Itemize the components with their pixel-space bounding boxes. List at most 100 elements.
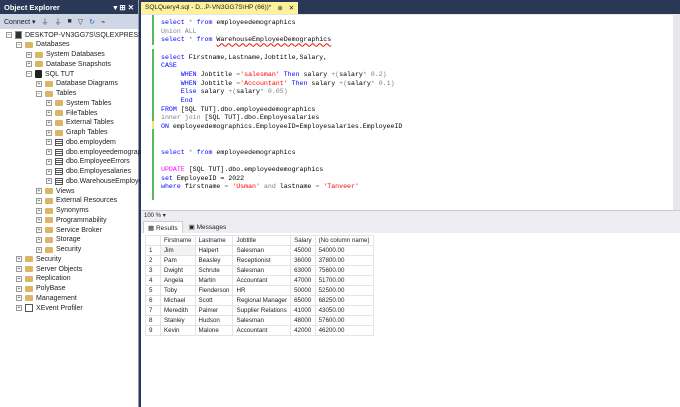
row-number[interactable]: 2 [145, 255, 161, 266]
expand-icon[interactable]: + [46, 139, 52, 146]
expand-icon[interactable]: + [46, 178, 52, 185]
expand-icon[interactable]: + [16, 275, 22, 282]
table-row[interactable]: 9 Kevin Malone Accountant 42000 46200.00 [145, 325, 374, 336]
column-header[interactable] [145, 235, 161, 246]
expand-icon[interactable]: + [16, 266, 22, 272]
expand-icon[interactable]: + [46, 100, 52, 107]
table-cell[interactable]: Scott [194, 295, 234, 306]
tree-node[interactable]: + System Databases [26, 50, 105, 60]
table-cell[interactable]: Martin [194, 275, 234, 286]
table-cell[interactable]: Stanley [160, 315, 196, 326]
tree-node[interactable]: + System Tables [46, 98, 111, 108]
collapse-icon[interactable]: − [36, 90, 42, 97]
table-cell[interactable]: HR [232, 285, 292, 296]
tree-node[interactable]: − DESKTOP-VN3GG7S\SQLEXPRESS (SQL [6, 30, 161, 40]
tree-node[interactable]: + Views [36, 186, 75, 196]
tree-node[interactable]: + Programmability [36, 215, 107, 225]
table-cell[interactable]: 51700.00 [314, 275, 374, 286]
tree-node[interactable]: + PolyBase [16, 284, 66, 294]
table-cell[interactable]: Accountant [232, 275, 292, 286]
table-cell[interactable]: 63000 [290, 265, 316, 276]
table-row[interactable]: 4 Angela Martin Accountant 47000 51700.00 [145, 275, 374, 286]
expand-icon[interactable]: + [46, 110, 52, 116]
tree-node[interactable]: + Service Broker [36, 225, 102, 235]
row-number[interactable]: 7 [145, 305, 161, 316]
table-cell[interactable]: Supplier Relations [232, 305, 292, 316]
expand-icon[interactable]: + [36, 217, 42, 224]
expand-icon[interactable]: + [36, 197, 42, 204]
table-cell[interactable]: Malone [194, 325, 234, 336]
row-number[interactable]: 9 [145, 325, 161, 336]
row-number[interactable]: 5 [145, 285, 161, 296]
stop-icon[interactable]: ■ [68, 18, 72, 25]
table-cell[interactable]: 45000 [290, 245, 316, 256]
row-number[interactable]: 1 [145, 245, 161, 256]
expand-icon[interactable]: + [26, 51, 32, 58]
disconnect-icon[interactable]: ⏚ [55, 17, 62, 27]
table-cell[interactable]: Salesman [232, 245, 292, 256]
table-row[interactable]: 3 Dwight Schrute Salesman 63000 75600.00 [145, 265, 374, 276]
table-cell[interactable]: 41000 [290, 305, 316, 316]
tree-node[interactable]: + Storage [36, 235, 81, 245]
table-cell[interactable]: Salesman [232, 265, 292, 276]
table-cell[interactable]: Jim [160, 245, 196, 256]
table-cell[interactable]: Angela [160, 275, 196, 286]
table-cell[interactable]: 36000 [290, 255, 316, 266]
expand-icon[interactable]: + [36, 80, 42, 87]
row-number[interactable]: 3 [145, 265, 161, 276]
table-cell[interactable]: Dwight [160, 265, 196, 276]
table-cell[interactable]: 54000.00 [314, 245, 374, 256]
table-cell[interactable]: 68250.00 [314, 295, 374, 306]
table-cell[interactable]: 42000 [290, 325, 316, 336]
column-header[interactable]: (No column name) [314, 235, 374, 246]
tree-node[interactable]: − Databases [16, 40, 69, 50]
table-cell[interactable]: Halpert [194, 245, 234, 256]
tree-node[interactable]: + Replication [16, 274, 71, 284]
close-icon[interactable]: ✕ [289, 4, 294, 12]
row-number[interactable]: 8 [145, 315, 161, 326]
tree-node[interactable]: + Server Objects [16, 264, 82, 274]
filter-icon[interactable]: ▽ [78, 18, 83, 26]
table-row[interactable]: 7 Meredith Palmer Supplier Relations 41000 43… [145, 305, 374, 316]
expand-icon[interactable]: + [36, 188, 42, 194]
tree-node[interactable]: + Database Diagrams [36, 79, 118, 89]
expand-icon[interactable]: + [36, 227, 42, 233]
expand-icon[interactable]: + [46, 119, 52, 126]
table-cell[interactable]: 43050.00 [314, 305, 374, 316]
tree-node[interactable]: + External Tables [46, 118, 114, 128]
table-cell[interactable]: 48000 [290, 315, 316, 326]
collapse-icon[interactable]: − [6, 32, 12, 38]
table-cell[interactable]: Pam [160, 255, 196, 266]
expand-icon[interactable]: + [26, 61, 32, 68]
table-row[interactable]: 2 Pam Beasley Receptionist 36000 37800.00 [145, 255, 374, 266]
tree-node[interactable]: + FileTables [46, 108, 98, 118]
tree-node[interactable]: + dbo.Employesalaries [46, 167, 131, 177]
table-cell[interactable]: Palmer [194, 305, 234, 316]
table-cell[interactable]: Toby [160, 285, 196, 296]
tree-node[interactable]: + dbo.WarehouseEmploye [46, 176, 142, 186]
table-row[interactable]: 6 Michael Scott Regional Manager 65000 68250.… [145, 295, 374, 306]
tab-results[interactable]: ▦ Results [143, 221, 183, 233]
table-cell[interactable]: Salesman [232, 315, 292, 326]
column-header[interactable]: Lastname [194, 235, 234, 246]
table-cell[interactable]: Meredith [160, 305, 196, 316]
table-cell[interactable]: Hudson [194, 315, 234, 326]
expand-icon[interactable]: + [36, 246, 42, 253]
expand-icon[interactable]: + [46, 129, 52, 136]
expand-icon[interactable]: + [46, 168, 52, 175]
tree-node[interactable]: + dbo.employeedemograp [46, 147, 142, 157]
table-cell[interactable]: 37800.00 [314, 255, 374, 266]
tree-node[interactable]: + External Resources [36, 196, 117, 206]
tree-node[interactable]: + dbo.EmployeeErrors [46, 157, 130, 167]
column-header[interactable]: Jobtitle [232, 235, 292, 246]
tree-node[interactable]: + Security [16, 254, 61, 264]
panel-controls[interactable]: ▾ ⊞ ✕ [113, 3, 134, 12]
table-cell[interactable]: 52500.00 [314, 285, 374, 296]
expand-icon[interactable]: + [16, 285, 22, 292]
tree-node[interactable]: + Graph Tables [46, 128, 108, 138]
table-cell[interactable]: Michael [160, 295, 196, 306]
tree-node[interactable]: + dbo.employdem [46, 137, 116, 147]
table-cell[interactable]: Receptionist [232, 255, 292, 266]
table-row[interactable]: 8 Stanley Hudson Salesman 48000 57600.00 [145, 315, 374, 326]
query-tab[interactable]: SQLQuery4.sql - D...P-VN3GG7S\HP (66))* … [141, 2, 299, 14]
